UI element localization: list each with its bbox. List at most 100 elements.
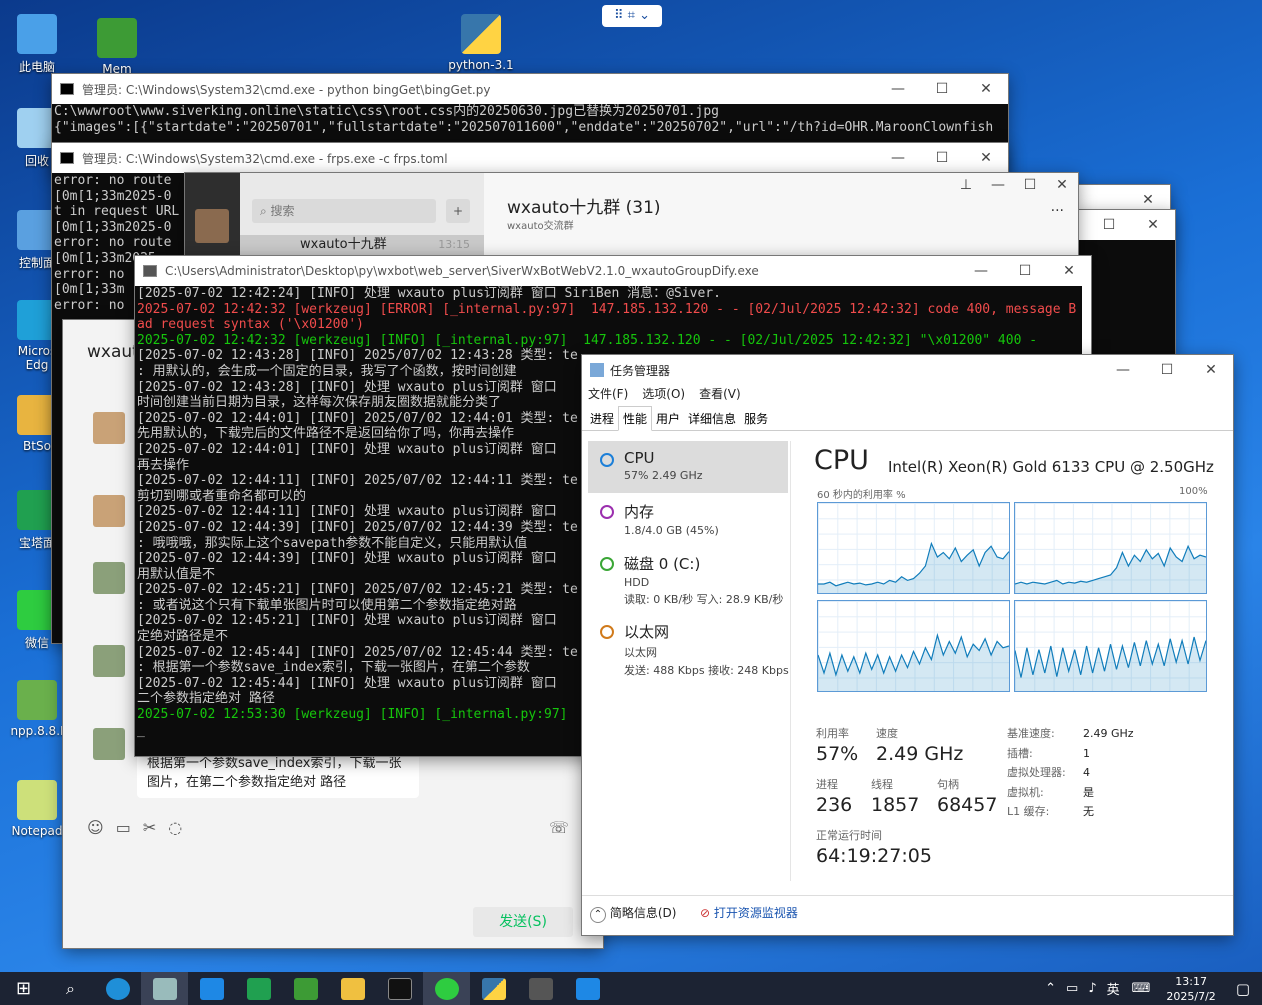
search-icon[interactable]: ⌕ (47, 972, 94, 1005)
volume-icon[interactable]: ♪ (1088, 981, 1096, 996)
taskbar-bt[interactable] (235, 972, 282, 1005)
sidebar-item-name: CPU (624, 449, 655, 467)
desktop-icon-label: 此电脑 (18, 60, 55, 74)
taskbar-mem[interactable] (282, 972, 329, 1005)
close-icon[interactable]: ✕ (964, 150, 1008, 166)
minimize-icon[interactable]: — (1101, 362, 1145, 378)
minimize-icon[interactable]: — (982, 177, 1014, 193)
task-manager-window[interactable]: 任务管理器 — ☐ ✕ 文件(F) 选项(O) 查看(V) 进程 性能 用户 详细信息 服务 C… (582, 355, 1233, 935)
avatar (93, 495, 125, 527)
sidebar-item[interactable]: 以太网 以太网 发送: 488 Kbps 接收: 248 Kbps (588, 613, 789, 681)
graph-max: 100% (1179, 486, 1208, 497)
send-button[interactable]: 发送(S) (473, 907, 573, 937)
taskbar-s-app[interactable] (517, 972, 564, 1005)
minimize-icon[interactable]: — (876, 150, 920, 166)
start-button[interactable]: ⊞ (0, 972, 47, 1005)
chat-subtitle: wxauto交流群 (507, 221, 574, 232)
taskbar-app-1[interactable] (141, 972, 188, 1005)
tab-用户[interactable]: 用户 (652, 407, 684, 430)
wechat-main-window[interactable]: ⌕ 搜索 + wxauto十九群 13:15 wxauto十九群 (31) wxa… (185, 173, 1078, 263)
close-icon[interactable]: ✕ (1047, 263, 1091, 279)
more-icon[interactable]: ··· (1051, 203, 1064, 219)
sidebar-item-name: 内存 (624, 503, 655, 521)
taskbar-explorer[interactable] (329, 972, 376, 1005)
brief-button[interactable]: ⌃ 简略信息(D) (590, 904, 676, 923)
maximize-icon[interactable]: ☐ (1003, 263, 1047, 279)
console-line: C:\wwwroot\www.siverking.online\static\c… (54, 104, 719, 119)
maximize-icon[interactable]: ☐ (1087, 217, 1131, 233)
taskbar-app-3[interactable] (564, 972, 611, 1005)
desktop-icon-label: 回收 (24, 154, 49, 168)
thread-stat: 线程 1857 (871, 778, 920, 816)
console-line: [2025-07-02 12:42:24] [INFO] 处理 wxauto p… (137, 286, 721, 301)
tab-性能[interactable]: 性能 (618, 406, 653, 431)
desktop-icon-image (17, 395, 57, 435)
taskbar-edge[interactable] (94, 972, 141, 1005)
taskbar-python[interactable] (470, 972, 517, 1005)
scissors-icon[interactable]: ✂ (143, 818, 156, 837)
sidebar-item[interactable]: 磁盘 0 (C:) HDD 读取: 0 KB/秒 写入: 28.9 KB/秒 (588, 545, 788, 613)
cmd-titlebar[interactable]: 管理员: C:\Windows\System32\cmd.exe - frps.… (52, 143, 1008, 173)
resource-monitor-icon: ⊘ (700, 906, 711, 920)
minimize-icon[interactable]: — (876, 81, 920, 97)
desktop-icon[interactable]: 此电脑 (6, 14, 68, 75)
taskbar-app-2[interactable] (188, 972, 235, 1005)
desktop-icon[interactable]: Notepad (6, 780, 68, 838)
keyboard-icon[interactable]: ⌨ (1132, 981, 1151, 996)
taskbar-wechat[interactable] (423, 972, 470, 1005)
maximize-icon[interactable]: ☐ (920, 81, 964, 97)
search-icon: ⌕ (260, 204, 271, 218)
chevron-up-icon: ⌃ (590, 907, 606, 923)
status-ring-icon (600, 625, 614, 639)
minimize-icon[interactable]: — (959, 263, 1003, 279)
search-input[interactable]: ⌕ 搜索 (252, 199, 436, 223)
pin-icon[interactable]: ⊥ (950, 177, 982, 193)
close-icon[interactable]: ✕ (1126, 192, 1170, 208)
maximize-icon[interactable]: ☐ (1145, 362, 1189, 378)
clock[interactable]: 13:17 2025/7/2 (1166, 974, 1215, 1004)
taskbar-terminal[interactable] (376, 972, 423, 1005)
desktop-icon[interactable]: npp.8.8.I (6, 680, 68, 738)
tab-详细信息[interactable]: 详细信息 (684, 407, 740, 430)
notification-icon[interactable]: ▢ (1236, 980, 1250, 998)
sidebar-item-name: 磁盘 0 (C:) (624, 555, 701, 573)
desktop-icon-python[interactable]: python-3.1 (446, 14, 516, 72)
detail-key: 虚拟机: (1007, 785, 1044, 799)
console-line: 2025-07-02 12:42:32 [werkzeug] [ERROR] [… (137, 301, 1077, 317)
avatar[interactable] (195, 209, 229, 243)
desktop-icon-label: Micros Edg (17, 344, 57, 372)
phone-icon[interactable]: ☏ (549, 818, 569, 837)
network-icon[interactable]: ▭ (1066, 981, 1078, 996)
tab-进程[interactable]: 进程 (586, 407, 618, 430)
menu-bar: 文件(F) 选项(O) 查看(V) (582, 385, 1233, 405)
handle-stat: 句柄 68457 (937, 778, 998, 816)
close-icon[interactable]: ✕ (1046, 177, 1078, 193)
ime-indicator[interactable]: 英 (1107, 979, 1120, 998)
task-manager-titlebar[interactable]: 任务管理器 — ☐ ✕ (582, 355, 1233, 385)
menu-item[interactable]: 文件(F) (588, 387, 628, 401)
performance-sidebar: CPU 57% 2.49 GHz 内存 1.8/4.0 GB (45%) 磁盘 0 (C… (588, 441, 789, 681)
sidebar-item-sub: 57% 2.49 GHz (624, 469, 703, 482)
desktop-icon-image (17, 108, 57, 148)
speed-stat: 速度 2.49 GHz (876, 727, 964, 765)
close-icon[interactable]: ✕ (1131, 217, 1175, 233)
cmd-titlebar[interactable]: 管理员: C:\Windows\System32\cmd.exe - pytho… (52, 74, 1008, 104)
add-button[interactable]: + (446, 199, 470, 223)
snap-layout-bar[interactable]: ⠿ ⌗ ⌄ (602, 5, 662, 27)
desktop-icon-mem[interactable]: Mem (86, 18, 148, 76)
open-resource-monitor-link[interactable]: ⊘ 打开资源监视器 (700, 904, 798, 921)
folder-icon[interactable]: ▭ (116, 818, 131, 837)
emoji-icon[interactable]: ☺ (87, 818, 104, 837)
tab-服务[interactable]: 服务 (740, 407, 772, 430)
chevron-up-icon[interactable]: ⌃ (1045, 981, 1056, 996)
console-titlebar[interactable]: C:\Users\Administrator\Desktop\py\wxbot\… (135, 256, 1091, 286)
close-icon[interactable]: ✕ (964, 81, 1008, 97)
sidebar-item[interactable]: 内存 1.8/4.0 GB (45%) (588, 493, 788, 545)
chat-history-icon[interactable]: ◌ (168, 818, 182, 837)
maximize-icon[interactable]: ☐ (920, 150, 964, 166)
maximize-icon[interactable]: ☐ (1014, 177, 1046, 193)
sidebar-item[interactable]: CPU 57% 2.49 GHz (588, 441, 788, 493)
close-icon[interactable]: ✕ (1189, 362, 1233, 378)
menu-item[interactable]: 查看(V) (699, 387, 741, 401)
menu-item[interactable]: 选项(O) (642, 387, 685, 401)
